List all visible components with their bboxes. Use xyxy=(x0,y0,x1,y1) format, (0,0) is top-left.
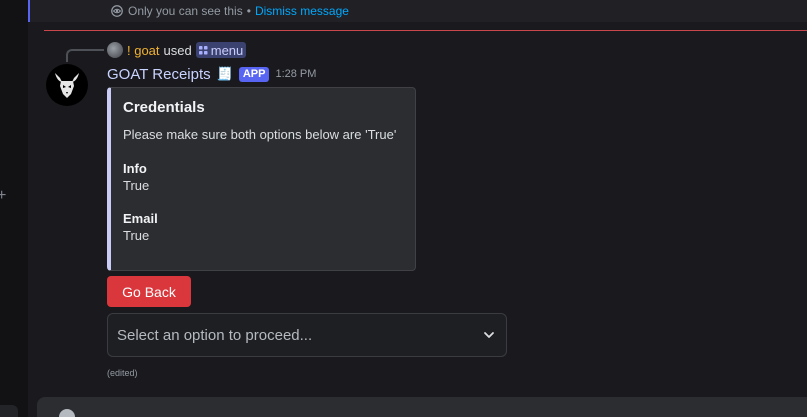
field-name: Info xyxy=(123,161,147,176)
edited-label: (edited) xyxy=(107,368,138,378)
receipt-emoji: 🧾 xyxy=(216,66,233,81)
dismiss-message-link[interactable]: Dismiss message xyxy=(255,4,349,18)
reply-used-text: used xyxy=(163,42,192,58)
chevron-down-icon xyxy=(484,332,494,338)
message-timestamp[interactable]: 1:28 PM xyxy=(275,68,316,80)
option-select-menu[interactable]: Select an option to proceed... xyxy=(107,313,507,357)
field-value: True xyxy=(123,228,150,243)
previous-ephemeral-message: Only you can see this • Dismiss message xyxy=(28,0,807,22)
separator: • xyxy=(246,4,251,18)
go-back-button[interactable]: Go Back xyxy=(107,276,191,307)
command-name: menu xyxy=(210,42,244,58)
credentials-embed: Credentials Please make sure both option… xyxy=(107,87,416,271)
embed-field-email: Email True xyxy=(123,211,403,243)
sidebar-bottom-panel xyxy=(0,405,18,417)
select-placeholder: Select an option to proceed... xyxy=(117,326,313,344)
eye-icon xyxy=(111,5,123,17)
add-icon[interactable]: + xyxy=(0,188,9,204)
command-reply-context[interactable]: ! goat used menu xyxy=(107,42,247,58)
slash-command-pill[interactable]: menu xyxy=(195,42,247,58)
server-sidebar: + xyxy=(0,0,28,417)
message-composer[interactable] xyxy=(37,397,807,417)
user-avatar-small[interactable] xyxy=(107,42,123,58)
slash-command-icon xyxy=(198,45,208,54)
embed-description: Please make sure both options below are … xyxy=(123,127,397,142)
reply-username[interactable]: ! goat xyxy=(127,43,160,58)
ephemeral-text: Only you can see this xyxy=(128,4,243,18)
embed-title: Credentials xyxy=(123,99,205,116)
embed-field-info: Info True xyxy=(123,161,403,193)
author-name[interactable]: GOAT Receipts xyxy=(107,66,211,83)
field-name: Email xyxy=(123,211,158,226)
app-badge: APP xyxy=(238,66,270,82)
new-messages-divider xyxy=(44,30,807,31)
field-value: True xyxy=(123,178,150,193)
ephemeral-notice: Only you can see this • Dismiss message xyxy=(110,3,349,19)
goat-skull-logo xyxy=(55,73,79,98)
bot-avatar[interactable] xyxy=(46,64,88,106)
attach-icon[interactable] xyxy=(59,409,75,417)
message-header: GOAT Receipts 🧾 APP 1:28 PM xyxy=(107,64,316,84)
reply-spine xyxy=(66,49,104,62)
